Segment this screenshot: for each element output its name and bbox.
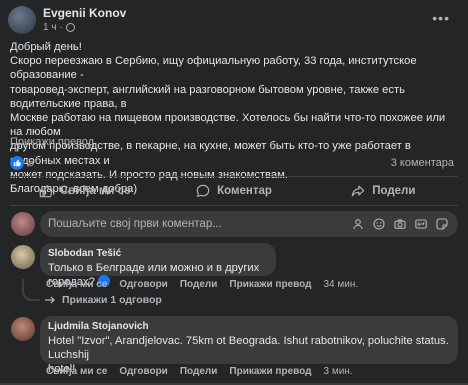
translate-link[interactable]: Прикажи превод	[10, 136, 94, 148]
like-reaction-icon[interactable]	[10, 156, 24, 170]
commenter-avatar[interactable]	[11, 317, 35, 341]
comment-button-label: Коментар	[217, 185, 272, 197]
post-text-line: Скоро переезжаю в Сербию, ищу официальну…	[10, 55, 417, 82]
reply-thread-line	[22, 279, 40, 301]
post-text: Добрый день! Скоро переезжаю в Сербию, и…	[10, 40, 458, 196]
comment-actions: Свиђа ми се Одговори Подели Прикажи прев…	[46, 366, 353, 377]
comment-icon	[196, 184, 210, 198]
comment-composer[interactable]: Пошаљите свој први коментар...	[40, 211, 458, 237]
share-button[interactable]: Подели	[309, 178, 458, 204]
comment-count[interactable]: 3 коментара	[391, 157, 454, 169]
emoji-icon[interactable]	[373, 218, 385, 230]
comment-like-button[interactable]: Свиђа ми се	[46, 279, 107, 290]
post-actions: Свиђа ми се Коментар Подели	[10, 178, 458, 204]
divider	[10, 205, 458, 206]
view-replies-link[interactable]: Прикажи 1 одговор	[44, 294, 162, 306]
post-meta: 1 ч ·	[43, 22, 75, 33]
like-count[interactable]: 5	[28, 157, 34, 169]
post-time[interactable]: 1 ч	[43, 22, 57, 33]
divider	[10, 176, 458, 177]
comment-button[interactable]: Коментар	[159, 178, 308, 204]
comment-input[interactable]: Пошаљите свој први коментар...	[48, 218, 352, 230]
author-name[interactable]: Evgenii Konov	[43, 6, 126, 20]
current-user-avatar[interactable]	[11, 212, 35, 236]
share-button-label: Подели	[372, 185, 416, 197]
commenter-avatar[interactable]	[11, 245, 35, 269]
gif-icon[interactable]	[415, 218, 427, 230]
comment-time[interactable]: 34 мин.	[323, 279, 358, 290]
commenter-name[interactable]: Slobodan Tešić	[48, 248, 268, 259]
comment-time[interactable]: 3 мин.	[323, 366, 352, 377]
share-icon	[351, 185, 365, 197]
comment-actions: Свиђа ми се Одговори Подели Прикажи прев…	[46, 279, 358, 290]
comment-share-button[interactable]: Подели	[180, 366, 218, 377]
comment-translate-link[interactable]: Прикажи превод	[229, 366, 311, 377]
view-replies-label: Прикажи 1 одговор	[62, 294, 162, 306]
post-text-line: Добрый день!	[10, 41, 82, 53]
reply-arrow-icon	[45, 296, 55, 304]
comment-bubble: Ljudmila Stojanovich Hotel "Izvor", Aran…	[40, 316, 458, 375]
comment-reply-button[interactable]: Одговори	[119, 279, 167, 290]
post-text-line: товаровед-эксперт, английский на разгово…	[10, 83, 405, 110]
camera-icon[interactable]	[394, 218, 406, 230]
like-button-label: Свиђа ми се	[59, 185, 131, 197]
commenter-name[interactable]: Ljudmila Stojanovich	[48, 321, 450, 332]
meta-separator: ·	[59, 22, 63, 33]
author-avatar[interactable]	[8, 6, 36, 34]
comment-bubble: Slobodan Tešić Только в Белграде или мож…	[40, 243, 276, 288]
like-button[interactable]: Свиђа ми се	[10, 178, 159, 204]
globe-icon	[65, 23, 75, 32]
sticker-icon[interactable]	[436, 218, 448, 230]
thumbs-up-icon	[39, 185, 53, 198]
comment-translate-link[interactable]: Прикажи превод	[229, 279, 311, 290]
post-card: Evgenii Konov 1 ч · ••• Добрый день! Ско…	[0, 0, 468, 385]
comment-like-button[interactable]: Свиђа ми се	[46, 366, 107, 377]
more-options-icon[interactable]: •••	[432, 10, 450, 26]
comment-share-button[interactable]: Подели	[180, 279, 218, 290]
composer-tools	[352, 218, 448, 230]
comment-reply-button[interactable]: Одговори	[119, 366, 167, 377]
avatar-sticker-icon[interactable]	[352, 218, 364, 230]
comment-text-line: Hotel "Izvor", Arandjelovac. 75km ot Beo…	[48, 335, 449, 361]
